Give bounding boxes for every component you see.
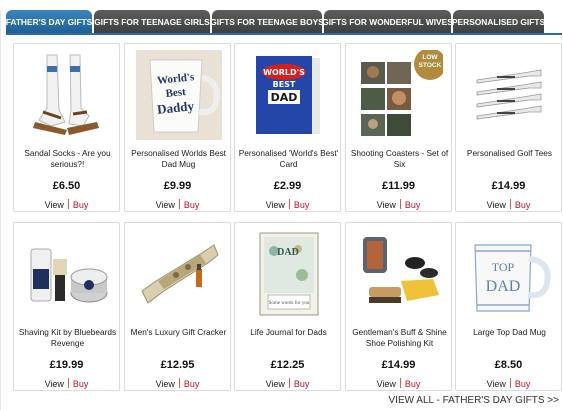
link-divider <box>288 199 290 209</box>
product-price: £6.50 <box>52 180 81 192</box>
view-link[interactable]: View <box>377 200 396 210</box>
product-card[interactable]: DAD Some words for you Life Journal for … <box>234 222 341 391</box>
product-price: £8.50 <box>494 359 523 371</box>
product-panel: Sandal Socks - Are you serious?! £6.50 V… <box>6 35 562 391</box>
product-actions: View Buy <box>456 199 561 210</box>
svg-text:DAD: DAD <box>271 91 298 104</box>
svg-text:Some words for you: Some words for you <box>269 301 310 306</box>
link-divider <box>509 378 511 388</box>
product-price: £14.99 <box>491 180 526 192</box>
product-card[interactable]: World's Best Daddy Personalised Worlds B… <box>124 43 231 212</box>
product-image-shaving-kit[interactable] <box>25 229 111 319</box>
link-divider <box>399 199 401 209</box>
product-card[interactable]: TOP DAD Large Top Dad Mug £8.50 View Buy <box>455 222 562 391</box>
svg-text:Best: Best <box>165 86 187 100</box>
product-image-life-journal[interactable]: DAD Some words for you <box>246 229 332 319</box>
product-image-shoe-polish-kit[interactable] <box>357 229 443 319</box>
product-price: £12.95 <box>160 359 195 371</box>
svg-text:TOP: TOP <box>492 260 515 274</box>
link-divider <box>178 199 180 209</box>
product-name: Shooting Coasters - Set of Six <box>350 148 449 169</box>
link-divider <box>509 199 511 209</box>
view-link[interactable]: View <box>377 379 396 389</box>
product-actions: View Buy <box>235 199 340 210</box>
buy-link[interactable]: Buy <box>515 379 531 389</box>
product-image-golf-tees[interactable] <box>467 50 553 140</box>
product-price: £19.99 <box>49 359 84 371</box>
link-divider <box>67 199 69 209</box>
view-link[interactable]: View <box>487 379 506 389</box>
product-name: Large Top Dad Mug <box>473 327 546 337</box>
tab-gifts-teenage-girls[interactable]: GIFTS FOR TEENAGE GIRLS <box>94 10 210 33</box>
buy-link[interactable]: Buy <box>73 200 89 210</box>
product-card[interactable]: Gentleman's Buff & Shine Shoe Polishing … <box>345 222 452 391</box>
product-actions: View Buy <box>235 378 340 389</box>
product-price: £9.99 <box>163 180 192 192</box>
svg-text:WORLD'S: WORLD'S <box>263 68 305 77</box>
product-actions: View Buy <box>346 378 451 389</box>
product-card[interactable]: Shaving Kit by Bluebeards Revenge £19.99… <box>13 222 120 391</box>
buy-link[interactable]: Buy <box>405 379 421 389</box>
product-card[interactable]: Men's Luxury Gift Cracker £12.95 View Buy <box>124 222 231 391</box>
tab-gifts-wonderful-wives[interactable]: GIFTS FOR WONDERFUL WIVES <box>322 10 453 33</box>
svg-text:BEST: BEST <box>273 80 296 89</box>
svg-text:DAD: DAD <box>277 247 299 258</box>
view-link[interactable]: View <box>266 379 285 389</box>
product-name: Shaving Kit by Bluebeards Revenge <box>18 327 117 348</box>
category-tabs: FATHER'S DAY GIFTS GIFTS FOR TEENAGE GIR… <box>6 10 546 33</box>
product-card[interactable]: Sandal Socks - Are you serious?! £6.50 V… <box>13 43 120 212</box>
product-image-gift-cracker[interactable] <box>136 229 222 319</box>
product-image-top-dad-mug[interactable]: TOP DAD <box>467 229 553 319</box>
product-price: £11.99 <box>381 180 416 192</box>
tab-gifts-teenage-boys[interactable]: GIFTS FOR TEENAGE BOYS <box>210 10 324 33</box>
product-card[interactable]: Personalised Golf Tees £14.99 View Buy <box>455 43 562 212</box>
tab-personalised-gifts[interactable]: PERSONALISED GIFTS <box>452 10 545 33</box>
link-divider <box>178 378 180 388</box>
buy-link[interactable]: Buy <box>294 200 310 210</box>
buy-link[interactable]: Buy <box>73 379 89 389</box>
view-link[interactable]: View <box>156 379 175 389</box>
svg-text:DAD: DAD <box>486 278 521 295</box>
product-image-shooting-coasters[interactable]: LOW STOCK <box>357 50 443 140</box>
low-stock-badge: LOW STOCK <box>418 54 442 69</box>
product-name: Men's Luxury Gift Cracker <box>130 327 227 337</box>
product-actions: View Buy <box>456 378 561 389</box>
buy-link[interactable]: Buy <box>294 379 310 389</box>
product-price: £14.99 <box>381 359 416 371</box>
product-actions: View Buy <box>346 199 451 210</box>
product-actions: View Buy <box>14 199 119 210</box>
product-price: £2.99 <box>273 180 302 192</box>
link-divider <box>67 378 69 388</box>
product-name: Personalised Golf Tees <box>466 148 553 158</box>
tab-fathers-day-gifts[interactable]: FATHER'S DAY GIFTS <box>6 10 92 33</box>
left-divider <box>0 10 1 410</box>
view-link[interactable]: View <box>266 200 285 210</box>
product-image-worlds-best-card[interactable]: WORLD'S BEST DAD <box>246 50 332 140</box>
product-card[interactable]: LOW STOCK Shooting Coasters - Set of Six … <box>345 43 452 212</box>
buy-link[interactable]: Buy <box>515 200 531 210</box>
product-price: £12.25 <box>270 359 305 371</box>
product-name: Sandal Socks - Are you serious?! <box>24 148 111 169</box>
buy-link[interactable]: Buy <box>184 379 200 389</box>
link-divider <box>399 378 401 388</box>
link-divider <box>288 378 290 388</box>
product-actions: View Buy <box>14 378 119 389</box>
view-all-link[interactable]: VIEW ALL - FATHER'S DAY GIFTS >> <box>389 395 559 406</box>
product-name: Life Journal for Dads <box>250 327 327 337</box>
view-link[interactable]: View <box>156 200 175 210</box>
product-name: Gentleman's Buff & Shine Shoe Polishing … <box>352 327 447 348</box>
product-name: Personalised 'World's Best' Card <box>238 148 339 169</box>
view-link[interactable]: View <box>45 200 64 210</box>
product-card[interactable]: WORLD'S BEST DAD Personalised 'World's B… <box>234 43 341 212</box>
product-actions: View Buy <box>125 378 230 389</box>
buy-link[interactable]: Buy <box>184 200 200 210</box>
product-name: Personalised Worlds Best Dad Mug <box>131 148 226 169</box>
view-link[interactable]: View <box>45 379 64 389</box>
product-actions: View Buy <box>125 199 230 210</box>
product-image-sandal-socks[interactable] <box>25 50 111 140</box>
view-link[interactable]: View <box>487 200 506 210</box>
product-image-best-dad-mug[interactable]: World's Best Daddy <box>136 50 222 140</box>
buy-link[interactable]: Buy <box>405 200 421 210</box>
